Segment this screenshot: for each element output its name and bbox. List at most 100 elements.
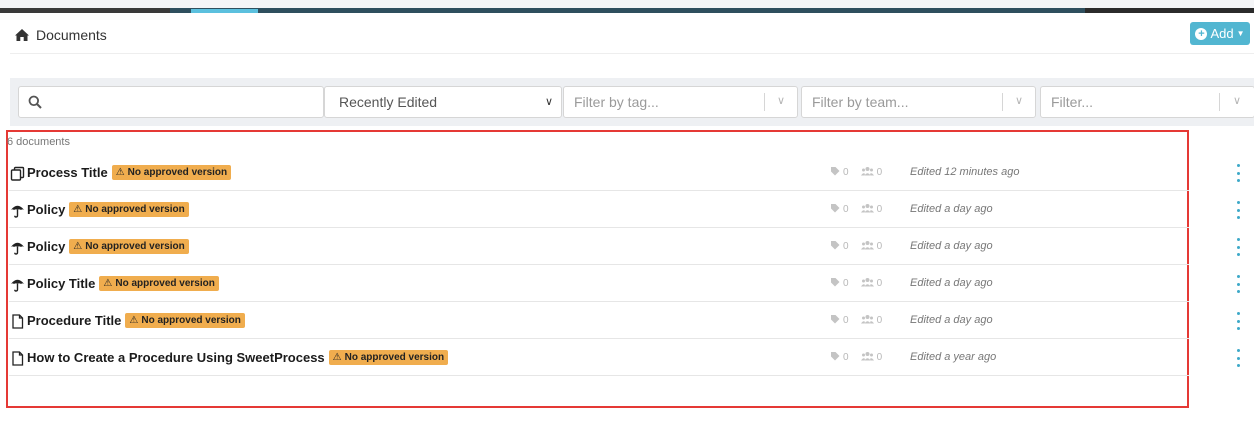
team-filter-placeholder: Filter by team... bbox=[812, 94, 909, 110]
document-title-text: Policy bbox=[27, 202, 66, 217]
edited-timestamp: Edited a day ago bbox=[910, 240, 993, 252]
navbar-left-segment bbox=[0, 8, 170, 13]
status-badge-text: No approved version bbox=[141, 315, 241, 326]
tag-count: 0 bbox=[843, 167, 849, 178]
team-icon bbox=[860, 203, 874, 216]
row-divider bbox=[9, 375, 1189, 376]
status-badge: ⚠ No approved version bbox=[111, 165, 232, 180]
navbar-right-segment bbox=[1085, 8, 1254, 13]
chevron-down-icon: ∨ bbox=[777, 95, 786, 107]
tag-icon bbox=[830, 277, 840, 290]
document-meta: 00 bbox=[830, 166, 882, 179]
document-title-text: Process Title bbox=[27, 165, 108, 180]
document-meta: 00 bbox=[830, 314, 882, 327]
search-icon bbox=[28, 95, 42, 109]
list-item[interactable]: Policy ⚠ No approved version 0 0 Edited a day… bbox=[0, 191, 1254, 228]
sort-value: Recently Edited bbox=[339, 94, 438, 110]
document-title-text: Policy bbox=[27, 239, 66, 254]
chevron-down-icon: ∨ bbox=[1233, 95, 1242, 107]
umbrella-icon bbox=[10, 203, 25, 218]
chevron-down-icon: ∨ bbox=[544, 96, 553, 108]
more-options-icon[interactable] bbox=[1235, 164, 1241, 182]
tag-icon bbox=[830, 240, 840, 253]
document-count: 6 documents bbox=[7, 136, 70, 148]
document-title-text: Policy Title bbox=[27, 276, 96, 291]
status-badge-text: No approved version bbox=[115, 278, 215, 289]
document-title[interactable]: Policy ⚠ No approved version bbox=[27, 239, 189, 254]
edited-timestamp: Edited a day ago bbox=[910, 314, 993, 326]
tag-filter-placeholder: Filter by tag... bbox=[574, 94, 659, 110]
team-icon bbox=[860, 166, 874, 179]
list-item[interactable]: Policy ⚠ No approved version 0 0 Edited a day… bbox=[0, 228, 1254, 265]
top-navbar bbox=[0, 0, 1254, 13]
tag-filter[interactable]: Filter by tag... ∨ bbox=[563, 86, 798, 118]
navbar-strip bbox=[0, 8, 1254, 13]
tag-count: 0 bbox=[843, 352, 849, 363]
search-input[interactable] bbox=[18, 86, 324, 118]
team-icon bbox=[860, 314, 874, 327]
breadcrumb[interactable]: Documents bbox=[14, 25, 107, 45]
document-title[interactable]: How to Create a Procedure Using SweetPro… bbox=[27, 350, 449, 365]
chevron-down-icon: ∨ bbox=[1015, 95, 1024, 107]
umbrella-icon bbox=[10, 277, 25, 292]
status-badge: ⚠ No approved version bbox=[99, 276, 219, 291]
team-count: 0 bbox=[876, 278, 883, 289]
page-title: Documents bbox=[36, 27, 107, 43]
team-count: 0 bbox=[876, 241, 883, 252]
status-badge: ⚠ No approved version bbox=[328, 350, 449, 365]
list-item[interactable]: Process Title ⚠ No approved version 0 0 Edite… bbox=[0, 154, 1254, 191]
document-title-text: How to Create a Procedure Using SweetPro… bbox=[27, 350, 325, 365]
document-meta: 00 bbox=[830, 203, 882, 216]
home-icon bbox=[15, 29, 29, 41]
add-button[interactable]: + Add ▼ bbox=[1190, 22, 1250, 45]
warning-icon: ⚠ bbox=[129, 315, 139, 326]
tag-icon bbox=[830, 314, 840, 327]
warning-icon: ⚠ bbox=[115, 167, 125, 178]
team-icon bbox=[860, 277, 874, 290]
tag-icon bbox=[830, 351, 840, 364]
more-options-icon[interactable] bbox=[1235, 349, 1241, 367]
edited-timestamp: Edited a day ago bbox=[910, 277, 993, 289]
document-title-text: Procedure Title bbox=[27, 313, 122, 328]
more-options-icon[interactable] bbox=[1235, 201, 1241, 219]
edited-timestamp: Edited a year ago bbox=[910, 351, 997, 363]
filter-bar: Recently Edited ∨ Filter by tag... ∨ Fil… bbox=[10, 78, 1254, 126]
more-options-icon[interactable] bbox=[1235, 312, 1241, 330]
list-item[interactable]: Policy Title ⚠ No approved version 0 0 Edited… bbox=[0, 265, 1254, 302]
team-filter[interactable]: Filter by team... ∨ bbox=[801, 86, 1036, 118]
document-title[interactable]: Policy ⚠ No approved version bbox=[27, 202, 189, 217]
edited-timestamp: Edited a day ago bbox=[910, 203, 993, 215]
more-options-icon[interactable] bbox=[1235, 238, 1241, 256]
file-icon bbox=[10, 314, 25, 329]
status-badge-text: No approved version bbox=[85, 241, 185, 252]
status-badge: ⚠ No approved version bbox=[69, 202, 189, 217]
team-count: 0 bbox=[876, 352, 883, 363]
status-badge: ⚠ No approved version bbox=[125, 313, 245, 328]
document-meta: 00 bbox=[830, 277, 882, 290]
file-icon bbox=[10, 351, 25, 366]
generic-filter[interactable]: Filter... ∨ bbox=[1040, 86, 1254, 118]
status-badge-text: No approved version bbox=[85, 204, 185, 215]
status-badge-text: No approved version bbox=[344, 352, 445, 363]
document-title[interactable]: Process Title ⚠ No approved version bbox=[27, 165, 232, 180]
more-options-icon[interactable] bbox=[1235, 275, 1241, 293]
team-icon bbox=[860, 240, 874, 253]
edited-timestamp: Edited 12 minutes ago bbox=[910, 166, 1020, 178]
warning-icon: ⚠ bbox=[73, 241, 83, 252]
document-title[interactable]: Procedure Title ⚠ No approved version bbox=[27, 313, 245, 328]
tag-count: 0 bbox=[843, 315, 849, 326]
select-separator bbox=[764, 93, 765, 111]
team-count: 0 bbox=[876, 167, 883, 178]
document-title[interactable]: Policy Title ⚠ No approved version bbox=[27, 276, 219, 291]
tag-count: 0 bbox=[843, 241, 849, 252]
list-item[interactable]: Procedure Title ⚠ No approved version 0 0 Edi… bbox=[0, 302, 1254, 339]
warning-icon: ⚠ bbox=[103, 278, 113, 289]
generic-filter-placeholder: Filter... bbox=[1051, 94, 1094, 110]
copy-icon bbox=[10, 166, 25, 181]
list-item[interactable]: How to Create a Procedure Using SweetPro… bbox=[0, 339, 1254, 376]
team-icon bbox=[860, 351, 874, 364]
tag-icon bbox=[830, 203, 840, 216]
sort-select[interactable]: Recently Edited ∨ bbox=[324, 86, 562, 118]
team-count: 0 bbox=[876, 204, 883, 215]
document-meta: 00 bbox=[830, 240, 882, 253]
